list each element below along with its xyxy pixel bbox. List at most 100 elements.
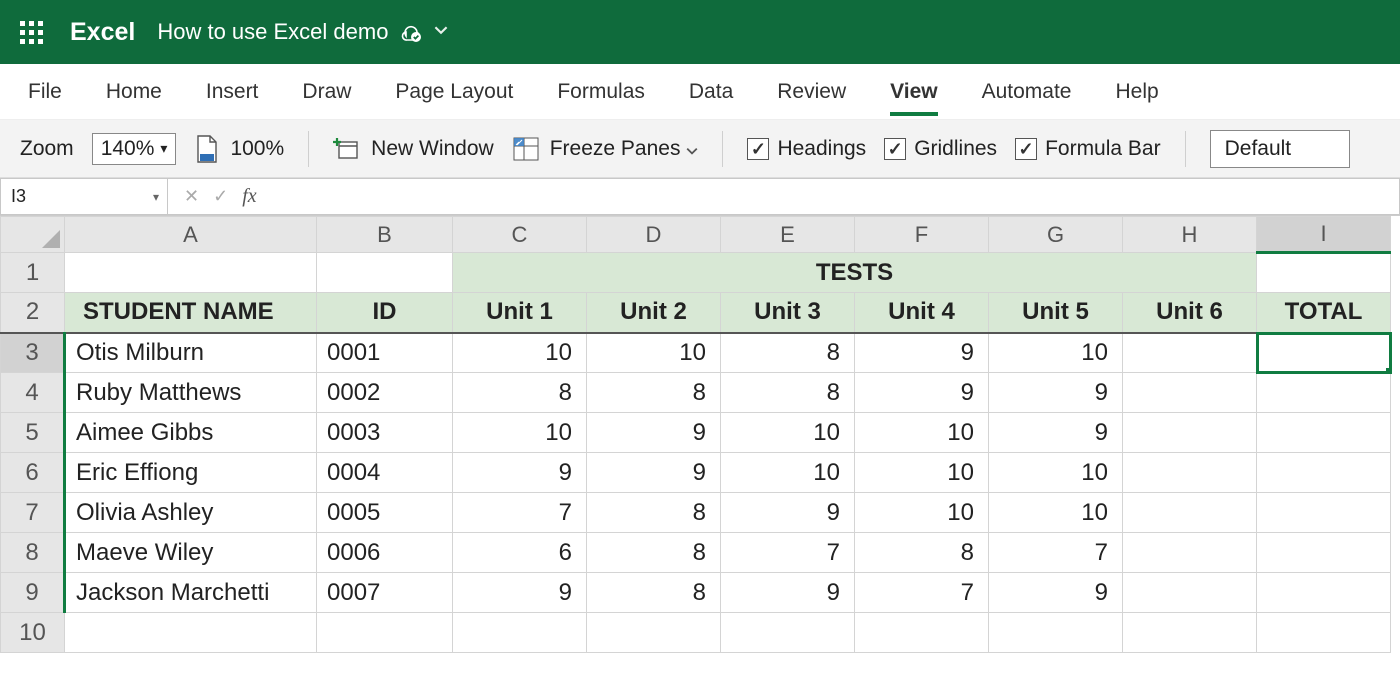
cell-D5[interactable]: 9 xyxy=(587,413,721,453)
cell-I3[interactable] xyxy=(1257,333,1391,373)
cell-A8[interactable]: Maeve Wiley xyxy=(65,533,317,573)
cell-D3[interactable]: 10 xyxy=(587,333,721,373)
cell-C7[interactable]: 7 xyxy=(453,493,587,533)
tab-page-layout[interactable]: Page Layout xyxy=(395,72,513,112)
accept-icon[interactable]: ✓ xyxy=(213,186,228,207)
row-header-4[interactable]: 4 xyxy=(1,373,65,413)
cell-H4[interactable] xyxy=(1123,373,1257,413)
cell-I10[interactable] xyxy=(1257,613,1391,653)
cell-total-header[interactable]: TOTAL xyxy=(1257,293,1391,333)
col-header-C[interactable]: C xyxy=(453,217,587,253)
cell-C3[interactable]: 10 xyxy=(453,333,587,373)
name-box[interactable]: I3 ▾ xyxy=(0,178,168,215)
cell-A3[interactable]: Otis Milburn xyxy=(65,333,317,373)
cell-E3[interactable]: 8 xyxy=(721,333,855,373)
row-header-10[interactable]: 10 xyxy=(1,613,65,653)
zoom-100-button[interactable]: 100% xyxy=(194,134,284,164)
cell-C9[interactable]: 9 xyxy=(453,573,587,613)
cell-u1-header[interactable]: Unit 1 xyxy=(453,293,587,333)
cell-C8[interactable]: 6 xyxy=(453,533,587,573)
tab-file[interactable]: File xyxy=(28,72,62,112)
cell-E5[interactable]: 10 xyxy=(721,413,855,453)
cell-A6[interactable]: Eric Effiong xyxy=(65,453,317,493)
cell-G6[interactable]: 10 xyxy=(989,453,1123,493)
cell-D8[interactable]: 8 xyxy=(587,533,721,573)
cell-F4[interactable]: 9 xyxy=(855,373,989,413)
cell-student-header[interactable]: STUDENT NAME xyxy=(65,293,317,333)
row-header-7[interactable]: 7 xyxy=(1,493,65,533)
cell-E4[interactable]: 8 xyxy=(721,373,855,413)
cancel-icon[interactable]: ✕ xyxy=(184,186,199,207)
cell-D6[interactable]: 9 xyxy=(587,453,721,493)
cell-A9[interactable]: Jackson Marchetti xyxy=(65,573,317,613)
cell-I4[interactable] xyxy=(1257,373,1391,413)
cell-G4[interactable]: 9 xyxy=(989,373,1123,413)
cell-C4[interactable]: 8 xyxy=(453,373,587,413)
cell-B7[interactable]: 0005 xyxy=(317,493,453,533)
row-header-8[interactable]: 8 xyxy=(1,533,65,573)
cell-H3[interactable] xyxy=(1123,333,1257,373)
tab-draw[interactable]: Draw xyxy=(302,72,351,112)
cell-C6[interactable]: 9 xyxy=(453,453,587,493)
col-header-G[interactable]: G xyxy=(989,217,1123,253)
fx-icon[interactable]: fx xyxy=(242,185,256,208)
tab-automate[interactable]: Automate xyxy=(982,72,1072,112)
cell-A5[interactable]: Aimee Gibbs xyxy=(65,413,317,453)
cell-F3[interactable]: 9 xyxy=(855,333,989,373)
tab-data[interactable]: Data xyxy=(689,72,733,112)
cell-I1[interactable] xyxy=(1257,253,1391,293)
cell-F8[interactable]: 8 xyxy=(855,533,989,573)
cell-tests-header[interactable]: TESTS xyxy=(453,253,1257,293)
row-header-1[interactable]: 1 xyxy=(1,253,65,293)
cell-u6-header[interactable]: Unit 6 xyxy=(1123,293,1257,333)
cell-G5[interactable]: 9 xyxy=(989,413,1123,453)
cell-B9[interactable]: 0007 xyxy=(317,573,453,613)
cell-C10[interactable] xyxy=(453,613,587,653)
cell-B6[interactable]: 0004 xyxy=(317,453,453,493)
cell-E8[interactable]: 7 xyxy=(721,533,855,573)
formula-bar-toggle[interactable]: Formula Bar xyxy=(1015,137,1161,161)
document-name[interactable]: How to use Excel demo xyxy=(157,19,388,45)
cell-A7[interactable]: Olivia Ashley xyxy=(65,493,317,533)
cell-D4[interactable]: 8 xyxy=(587,373,721,413)
cell-D10[interactable] xyxy=(587,613,721,653)
cell-E7[interactable]: 9 xyxy=(721,493,855,533)
cell-G10[interactable] xyxy=(989,613,1123,653)
formula-input[interactable] xyxy=(273,178,1400,215)
cell-F9[interactable]: 7 xyxy=(855,573,989,613)
app-launcher-icon[interactable] xyxy=(14,15,48,49)
row-header-2[interactable]: 2 xyxy=(1,293,65,333)
row-header-3[interactable]: 3 xyxy=(1,333,65,373)
cell-id-header[interactable]: ID xyxy=(317,293,453,333)
select-all-corner[interactable] xyxy=(1,217,65,253)
cell-u2-header[interactable]: Unit 2 xyxy=(587,293,721,333)
cell-H8[interactable] xyxy=(1123,533,1257,573)
cell-F6[interactable]: 10 xyxy=(855,453,989,493)
tab-review[interactable]: Review xyxy=(777,72,846,112)
cell-I8[interactable] xyxy=(1257,533,1391,573)
cell-u3-header[interactable]: Unit 3 xyxy=(721,293,855,333)
tab-help[interactable]: Help xyxy=(1115,72,1158,112)
cell-B1[interactable] xyxy=(317,253,453,293)
cell-u5-header[interactable]: Unit 5 xyxy=(989,293,1123,333)
tab-insert[interactable]: Insert xyxy=(206,72,259,112)
cell-A10[interactable] xyxy=(65,613,317,653)
cell-F7[interactable]: 10 xyxy=(855,493,989,533)
cell-I6[interactable] xyxy=(1257,453,1391,493)
view-mode-dropdown[interactable]: Default xyxy=(1210,130,1350,168)
cell-G7[interactable]: 10 xyxy=(989,493,1123,533)
freeze-panes-button[interactable]: Freeze Panes xyxy=(512,136,699,162)
cell-H5[interactable] xyxy=(1123,413,1257,453)
cell-I5[interactable] xyxy=(1257,413,1391,453)
cell-H9[interactable] xyxy=(1123,573,1257,613)
cell-B4[interactable]: 0002 xyxy=(317,373,453,413)
tab-home[interactable]: Home xyxy=(106,72,162,112)
row-header-6[interactable]: 6 xyxy=(1,453,65,493)
row-header-9[interactable]: 9 xyxy=(1,573,65,613)
tab-view[interactable]: View xyxy=(890,72,937,112)
headings-toggle[interactable]: Headings xyxy=(747,137,866,161)
new-window-button[interactable]: New Window xyxy=(333,136,494,162)
cell-I7[interactable] xyxy=(1257,493,1391,533)
cell-H6[interactable] xyxy=(1123,453,1257,493)
col-header-B[interactable]: B xyxy=(317,217,453,253)
